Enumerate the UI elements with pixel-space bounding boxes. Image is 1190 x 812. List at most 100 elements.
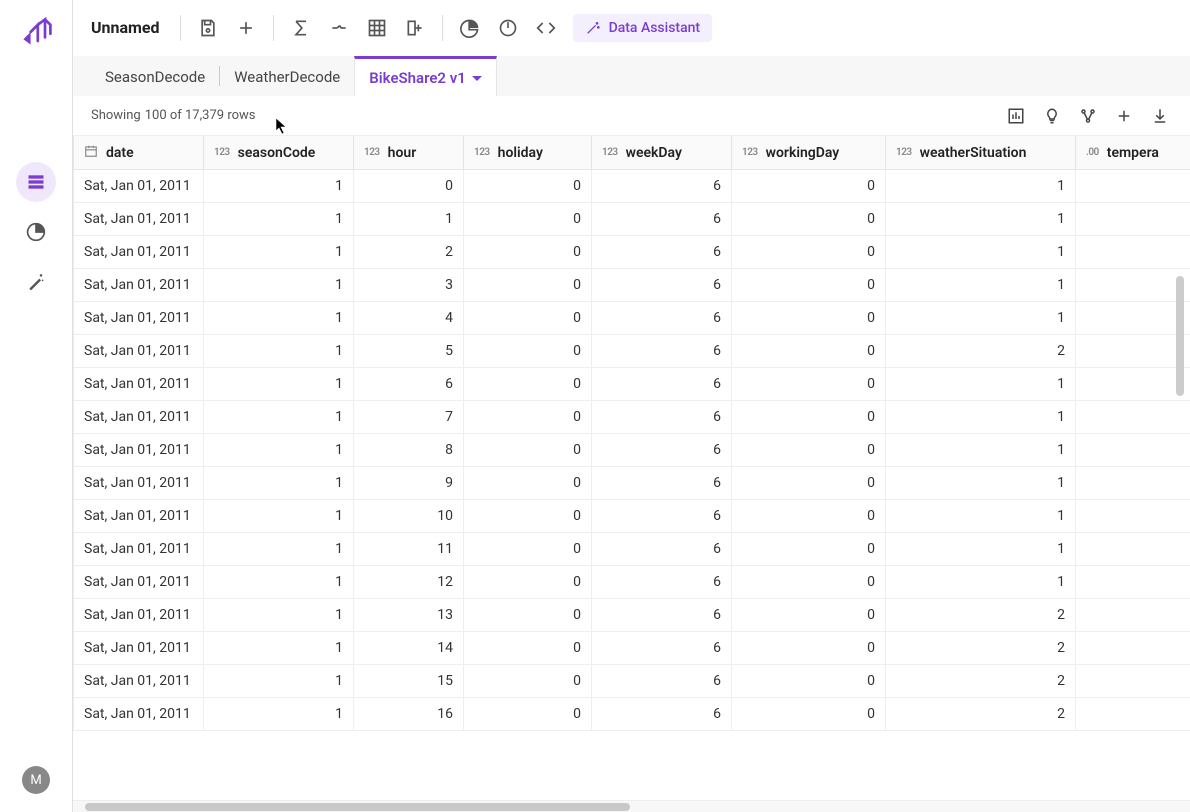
cell-weatherSituation[interactable]: 1 [886, 434, 1076, 467]
sidebar-table-icon[interactable] [16, 162, 56, 202]
cell-workingDay[interactable]: 0 [732, 500, 886, 533]
cell-date[interactable]: Sat, Jan 01, 2011 [74, 566, 204, 599]
download-icon[interactable] [1148, 104, 1172, 128]
cell-weekDay[interactable]: 6 [592, 335, 732, 368]
table-row[interactable]: Sat, Jan 01, 20111100601 [74, 500, 1190, 533]
cell-date[interactable]: Sat, Jan 01, 2011 [74, 533, 204, 566]
table-row[interactable]: Sat, Jan 01, 2011190601 [74, 467, 1190, 500]
cell-weekDay[interactable]: 6 [592, 698, 732, 731]
table-row[interactable]: Sat, Jan 01, 20111130602 [74, 599, 1190, 632]
column-header-date[interactable]: date [74, 136, 204, 170]
cell-hour[interactable]: 1 [354, 203, 464, 236]
cell-holiday[interactable]: 0 [464, 566, 592, 599]
cell-holiday[interactable]: 0 [464, 434, 592, 467]
cell-tempera[interactable] [1076, 203, 1190, 236]
grid-icon[interactable] [360, 11, 394, 45]
chevron-down-icon[interactable] [472, 76, 482, 81]
cell-weekDay[interactable]: 6 [592, 203, 732, 236]
table-row[interactable]: Sat, Jan 01, 2011130601 [74, 269, 1190, 302]
cell-weekDay[interactable]: 6 [592, 170, 732, 203]
table-row[interactable]: Sat, Jan 01, 2011110601 [74, 203, 1190, 236]
cell-hour[interactable]: 12 [354, 566, 464, 599]
cell-workingDay[interactable]: 0 [732, 170, 886, 203]
cell-seasonCode[interactable]: 1 [204, 335, 354, 368]
cell-holiday[interactable]: 0 [464, 500, 592, 533]
cell-seasonCode[interactable]: 1 [204, 467, 354, 500]
cell-holiday[interactable]: 0 [464, 269, 592, 302]
cell-tempera[interactable] [1076, 665, 1190, 698]
sigma-icon[interactable] [284, 11, 318, 45]
cell-seasonCode[interactable]: 1 [204, 665, 354, 698]
cell-holiday[interactable]: 0 [464, 698, 592, 731]
table-viewport[interactable]: date123seasonCode123hour123holiday123wee… [73, 136, 1190, 800]
column-header-weatherSituation[interactable]: 123weatherSituation [886, 136, 1076, 170]
cell-tempera[interactable] [1076, 236, 1190, 269]
cell-seasonCode[interactable]: 1 [204, 401, 354, 434]
cell-holiday[interactable]: 0 [464, 401, 592, 434]
table-row[interactable]: Sat, Jan 01, 2011170601 [74, 401, 1190, 434]
horizontal-scrollbar-track[interactable] [73, 800, 1190, 812]
cell-date[interactable]: Sat, Jan 01, 2011 [74, 335, 204, 368]
cell-holiday[interactable]: 0 [464, 665, 592, 698]
cell-holiday[interactable]: 0 [464, 203, 592, 236]
cell-date[interactable]: Sat, Jan 01, 2011 [74, 599, 204, 632]
cell-seasonCode[interactable]: 1 [204, 698, 354, 731]
table-row[interactable]: Sat, Jan 01, 2011150602 [74, 335, 1190, 368]
cell-date[interactable]: Sat, Jan 01, 2011 [74, 500, 204, 533]
table-row[interactable]: Sat, Jan 01, 2011140601 [74, 302, 1190, 335]
cell-seasonCode[interactable]: 1 [204, 599, 354, 632]
cell-tempera[interactable] [1076, 335, 1190, 368]
tab-weatherdecode[interactable]: WeatherDecode [220, 58, 354, 96]
cell-hour[interactable]: 3 [354, 269, 464, 302]
cell-hour[interactable]: 8 [354, 434, 464, 467]
cell-weekDay[interactable]: 6 [592, 368, 732, 401]
cell-workingDay[interactable]: 0 [732, 599, 886, 632]
cell-workingDay[interactable]: 0 [732, 467, 886, 500]
column-header-weekDay[interactable]: 123weekDay [592, 136, 732, 170]
table-row[interactable]: Sat, Jan 01, 20111160602 [74, 698, 1190, 731]
cell-weatherSituation[interactable]: 1 [886, 170, 1076, 203]
cell-date[interactable]: Sat, Jan 01, 2011 [74, 434, 204, 467]
cell-date[interactable]: Sat, Jan 01, 2011 [74, 665, 204, 698]
cell-weatherSituation[interactable]: 1 [886, 269, 1076, 302]
cell-holiday[interactable]: 0 [464, 170, 592, 203]
cell-date[interactable]: Sat, Jan 01, 2011 [74, 632, 204, 665]
cell-tempera[interactable] [1076, 269, 1190, 302]
cell-workingDay[interactable]: 0 [732, 335, 886, 368]
cell-tempera[interactable] [1076, 368, 1190, 401]
cell-seasonCode[interactable]: 1 [204, 533, 354, 566]
table-row[interactable]: Sat, Jan 01, 2011120601 [74, 236, 1190, 269]
column-header-hour[interactable]: 123hour [354, 136, 464, 170]
cell-hour[interactable]: 16 [354, 698, 464, 731]
cell-weekDay[interactable]: 6 [592, 632, 732, 665]
cell-holiday[interactable]: 0 [464, 302, 592, 335]
cell-workingDay[interactable]: 0 [732, 665, 886, 698]
cell-seasonCode[interactable]: 1 [204, 203, 354, 236]
gauge-icon[interactable] [491, 11, 525, 45]
cell-workingDay[interactable]: 0 [732, 269, 886, 302]
cell-date[interactable]: Sat, Jan 01, 2011 [74, 203, 204, 236]
table-row[interactable]: Sat, Jan 01, 20111150602 [74, 665, 1190, 698]
add-icon[interactable] [229, 11, 263, 45]
sidebar-wand-icon[interactable] [16, 262, 56, 302]
cell-weekDay[interactable]: 6 [592, 566, 732, 599]
cell-weekDay[interactable]: 6 [592, 302, 732, 335]
column-header-workingDay[interactable]: 123workingDay [732, 136, 886, 170]
bulb-icon[interactable] [1040, 104, 1064, 128]
cell-weekDay[interactable]: 6 [592, 665, 732, 698]
cell-date[interactable]: Sat, Jan 01, 2011 [74, 698, 204, 731]
table-row[interactable]: Sat, Jan 01, 20111110601 [74, 533, 1190, 566]
cell-seasonCode[interactable]: 1 [204, 236, 354, 269]
code-icon[interactable] [529, 11, 563, 45]
cell-weatherSituation[interactable]: 2 [886, 632, 1076, 665]
cell-seasonCode[interactable]: 1 [204, 269, 354, 302]
cell-tempera[interactable] [1076, 566, 1190, 599]
cell-weatherSituation[interactable]: 1 [886, 566, 1076, 599]
cell-weatherSituation[interactable]: 1 [886, 302, 1076, 335]
cell-tempera[interactable] [1076, 599, 1190, 632]
cell-hour[interactable]: 14 [354, 632, 464, 665]
cell-hour[interactable]: 5 [354, 335, 464, 368]
cell-weatherSituation[interactable]: 1 [886, 533, 1076, 566]
cell-tempera[interactable] [1076, 533, 1190, 566]
table-row[interactable]: Sat, Jan 01, 2011160601 [74, 368, 1190, 401]
